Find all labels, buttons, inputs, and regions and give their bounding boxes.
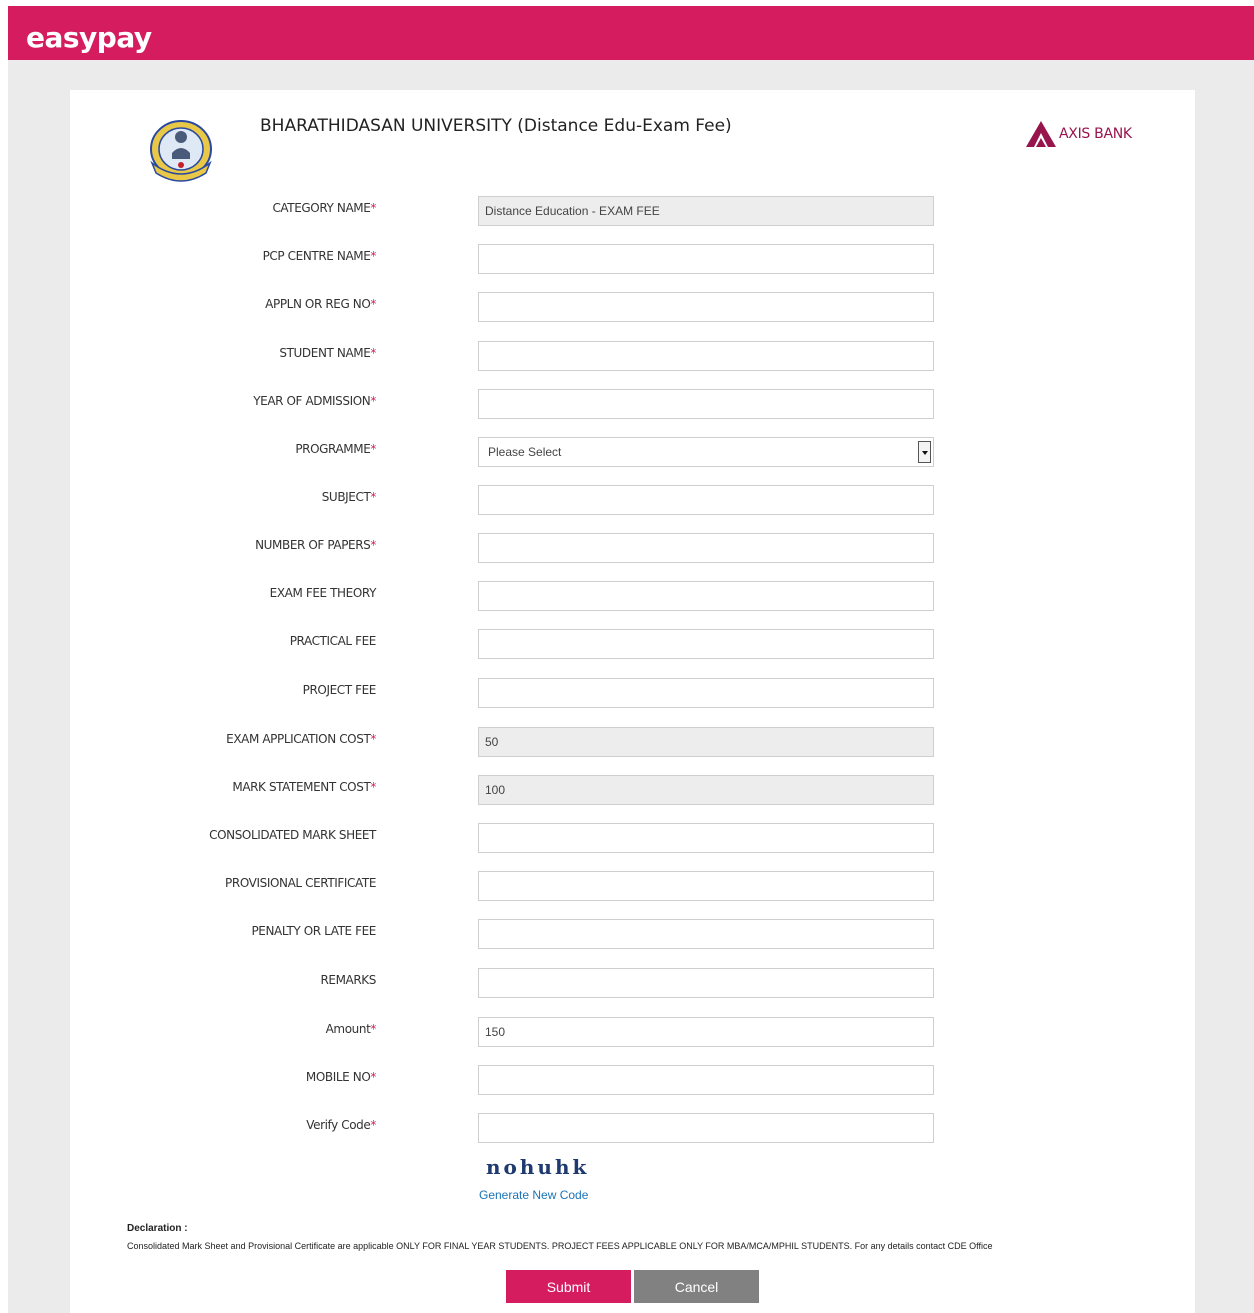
field-label: NUMBER OF PAPERS* bbox=[255, 538, 376, 552]
field-label: Verify Code* bbox=[306, 1118, 376, 1132]
form-row-year-of-admission: YEAR OF ADMISSION* bbox=[70, 389, 1195, 421]
form-row-programme: PROGRAMME* Please Select bbox=[70, 437, 1195, 469]
form-row-mobile-no: MOBILE NO* bbox=[70, 1065, 1195, 1097]
field-label: PENALTY OR LATE FEE bbox=[251, 924, 376, 938]
verify-code-input[interactable] bbox=[478, 1113, 934, 1143]
cancel-button[interactable]: Cancel bbox=[634, 1270, 759, 1303]
remarks-input[interactable] bbox=[478, 968, 934, 998]
chevron-down-icon[interactable] bbox=[918, 441, 931, 463]
student-name-input[interactable] bbox=[478, 341, 934, 371]
field-label: CATEGORY NAME* bbox=[272, 201, 376, 215]
axis-bank-icon bbox=[1026, 121, 1056, 147]
form-row-provisional-certificate: PROVISIONAL CERTIFICATE bbox=[70, 871, 1195, 903]
field-label: SUBJECT* bbox=[321, 490, 377, 504]
programme-selected-value: Please Select bbox=[488, 445, 562, 459]
form-row-consolidated-mark-sheet: CONSOLIDATED MARK SHEET bbox=[70, 823, 1195, 855]
declaration-title: Declaration : bbox=[127, 1223, 188, 1234]
field-label: PCP CENTRE NAME* bbox=[262, 249, 377, 263]
form-row-amount: Amount* 150 bbox=[70, 1017, 1195, 1049]
pcp-centre-name-input[interactable] bbox=[478, 244, 934, 274]
form-panel: BHARATHIDASAN UNIVERSITY (Distance Edu-E… bbox=[70, 90, 1195, 1313]
form-row-category-name: CATEGORY NAME* Distance Education - EXAM… bbox=[70, 196, 1195, 228]
field-label: EXAM FEE THEORY bbox=[269, 586, 377, 600]
form-row-exam-application-cost: EXAM APPLICATION COST* 50 bbox=[70, 727, 1195, 759]
project-fee-input[interactable] bbox=[478, 678, 934, 708]
practical-fee-input[interactable] bbox=[478, 629, 934, 659]
field-label: Amount* bbox=[325, 1022, 377, 1036]
exam-fee-theory-input[interactable] bbox=[478, 581, 934, 611]
field-label: EXAM APPLICATION COST* bbox=[226, 732, 376, 746]
exam-application-cost-field: 50 bbox=[478, 727, 934, 757]
field-label: PRACTICAL FEE bbox=[289, 634, 377, 648]
form-row-mark-statement-cost: MARK STATEMENT COST* 100 bbox=[70, 775, 1195, 807]
programme-select[interactable]: Please Select bbox=[478, 437, 934, 467]
form-row-pcp-centre-name: PCP CENTRE NAME* bbox=[70, 244, 1195, 276]
form-row-number-of-papers: NUMBER OF PAPERS* bbox=[70, 533, 1195, 565]
field-label: MOBILE NO* bbox=[305, 1070, 376, 1084]
captcha-image: nohuhk bbox=[486, 1155, 590, 1179]
field-label: MARK STATEMENT COST* bbox=[232, 780, 376, 794]
field-label: PROGRAMME* bbox=[295, 442, 376, 456]
form-row-remarks: REMARKS bbox=[70, 968, 1195, 1000]
form-row-exam-fee-theory: EXAM FEE THEORY bbox=[70, 581, 1195, 613]
form-row-project-fee: PROJECT FEE bbox=[70, 678, 1195, 710]
field-label: CONSOLIDATED MARK SHEET bbox=[209, 828, 376, 842]
page-title: BHARATHIDASAN UNIVERSITY (Distance Edu-E… bbox=[260, 116, 732, 136]
field-label: REMARKS bbox=[320, 973, 376, 987]
top-bar: easypay bbox=[8, 6, 1254, 60]
bank-name: AXIS BANK bbox=[1059, 126, 1132, 142]
consolidated-mark-sheet-input[interactable] bbox=[478, 823, 934, 853]
field-label: YEAR OF ADMISSION* bbox=[253, 394, 376, 408]
form-row-appln-reg-no: APPLN OR REG NO* bbox=[70, 292, 1195, 324]
easypay-logo[interactable]: easypay bbox=[26, 23, 152, 53]
mark-statement-cost-field: 100 bbox=[478, 775, 934, 805]
form-row-penalty-late-fee: PENALTY OR LATE FEE bbox=[70, 919, 1195, 951]
penalty-late-fee-input[interactable] bbox=[478, 919, 934, 949]
form-row-verify-code: Verify Code* bbox=[70, 1113, 1195, 1145]
number-of-papers-input[interactable] bbox=[478, 533, 934, 563]
generate-new-code-link[interactable]: Generate New Code bbox=[479, 1188, 588, 1202]
submit-button[interactable]: Submit bbox=[506, 1270, 631, 1303]
axis-bank-logo: AXIS BANK bbox=[1026, 120, 1132, 148]
field-label: STUDENT NAME* bbox=[279, 346, 376, 360]
amount-input[interactable]: 150 bbox=[478, 1017, 934, 1047]
provisional-certificate-input[interactable] bbox=[478, 871, 934, 901]
declaration-text: Consolidated Mark Sheet and Provisional … bbox=[127, 1241, 993, 1251]
field-label: PROVISIONAL CERTIFICATE bbox=[225, 876, 376, 890]
category-name-field: Distance Education - EXAM FEE bbox=[478, 196, 934, 226]
form-row-subject: SUBJECT* bbox=[70, 485, 1195, 517]
mobile-no-input[interactable] bbox=[478, 1065, 934, 1095]
subject-input[interactable] bbox=[478, 485, 934, 515]
field-label: PROJECT FEE bbox=[302, 683, 377, 697]
form-row-student-name: STUDENT NAME* bbox=[70, 341, 1195, 373]
university-seal-icon bbox=[150, 120, 212, 182]
appln-reg-no-input[interactable] bbox=[478, 292, 934, 322]
year-of-admission-input[interactable] bbox=[478, 389, 934, 419]
field-label: APPLN OR REG NO* bbox=[265, 297, 376, 311]
form-row-practical-fee: PRACTICAL FEE bbox=[70, 629, 1195, 661]
